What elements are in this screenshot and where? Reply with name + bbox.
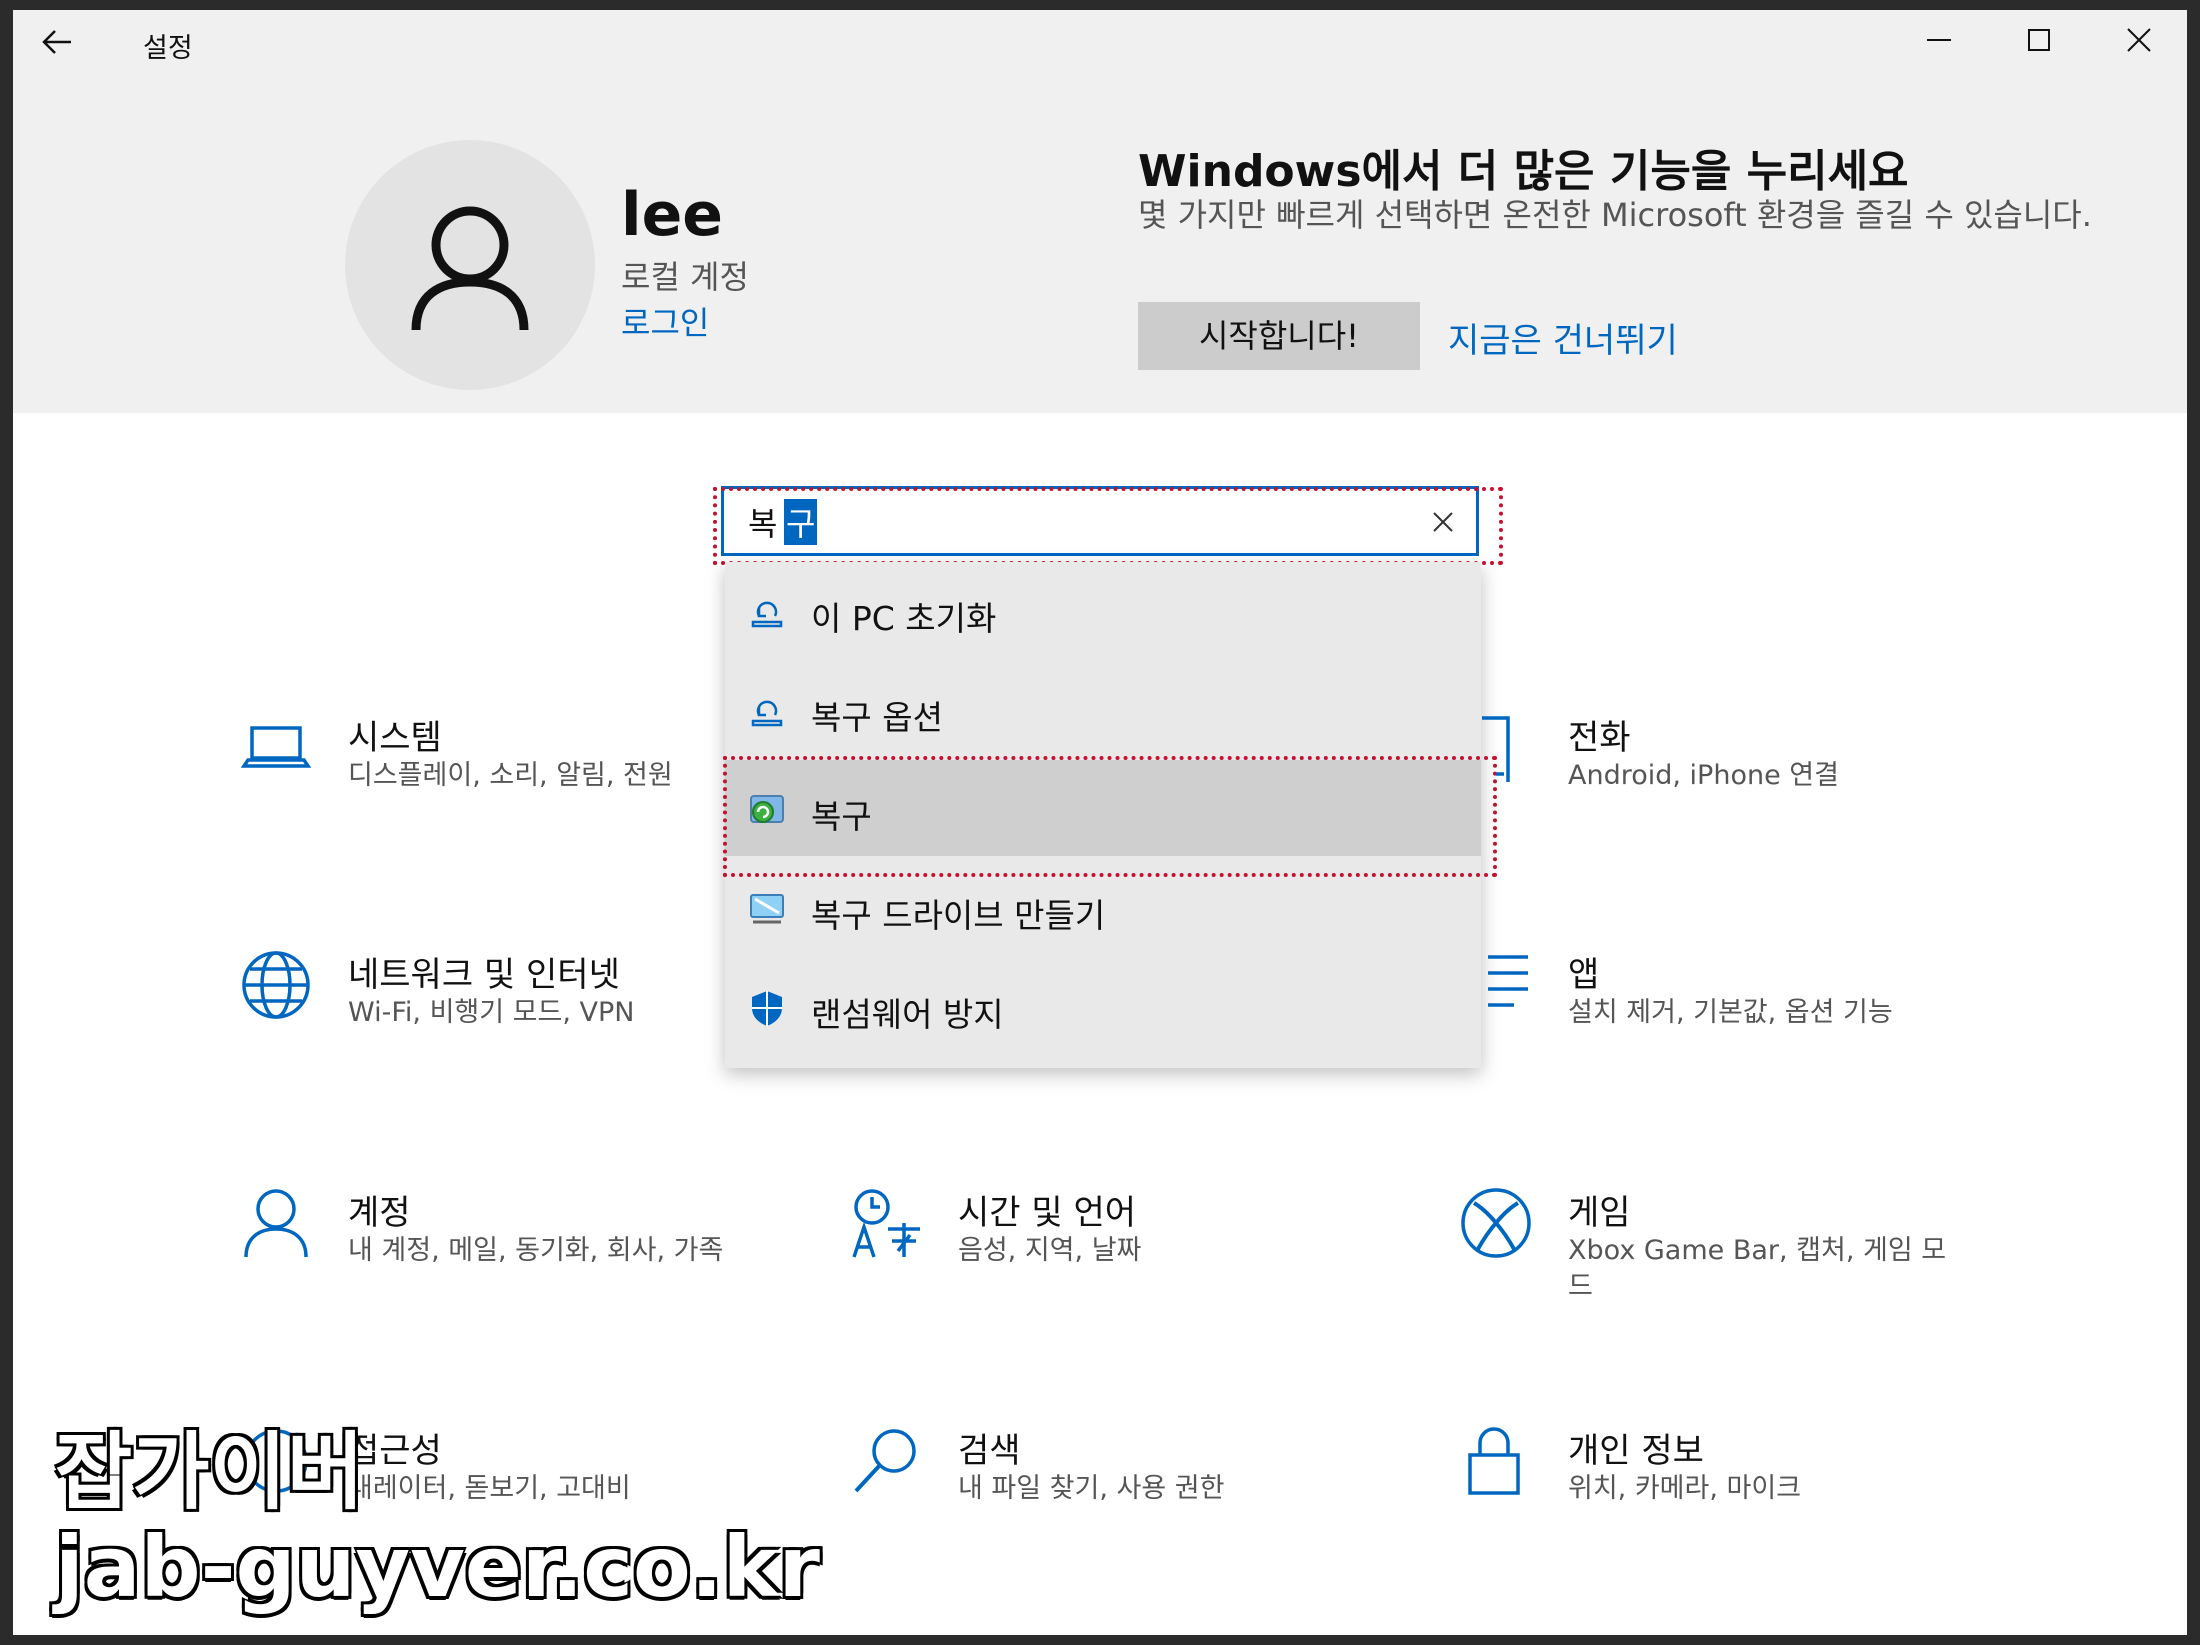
close-button[interactable] — [2093, 14, 2187, 66]
watermark: 잡가이버 jab-guyver.co.kr — [54, 1423, 820, 1616]
suggestion-ransomware-protection[interactable]: 랜섬웨어 방지 — [725, 958, 1481, 1054]
user-avatar-icon — [411, 206, 529, 331]
tile-title: 게임 — [1568, 1193, 1631, 1233]
maximize-button[interactable] — [1993, 14, 2089, 66]
clear-icon — [1433, 512, 1453, 532]
search-value-text: 복 — [748, 505, 778, 543]
back-arrow-icon — [42, 30, 71, 54]
tile-description: Android, iPhone 연결 — [1568, 760, 1839, 791]
tile-title: 네트워크 및 인터넷 — [348, 955, 620, 995]
suggestion-reset-pc[interactable]: 이 PC 초기화 — [725, 562, 1481, 658]
search-value-selected-text: 구 — [784, 499, 818, 545]
xbox-icon — [1461, 1188, 1531, 1258]
suggestion-label: 이 PC 초기화 — [811, 599, 997, 638]
suggestion-recovery[interactable]: 복구 — [725, 760, 1481, 856]
tile-title: 시스템 — [348, 718, 442, 758]
globe-icon — [242, 951, 310, 1019]
phone-icon — [1482, 716, 1510, 782]
back-button[interactable] — [37, 22, 89, 62]
tile-title: 앱 — [1568, 955, 1600, 995]
recovery-drive-icon — [750, 894, 784, 924]
maximize-icon — [2028, 29, 2050, 51]
person-icon — [244, 1189, 308, 1258]
laptop-icon — [240, 726, 312, 768]
tile-description: Wi-Fi, 비행기 모드, VPN — [348, 997, 635, 1028]
search-icon — [854, 1429, 916, 1493]
lock-icon — [1468, 1427, 1520, 1495]
tile-title: 시간 및 언어 — [958, 1193, 1137, 1233]
settings-window: 설정 lee 로컬 계정 로그인 Windows에서 더 많은 기능을 누리세요… — [13, 10, 2187, 1635]
reset-pc-icon — [751, 601, 783, 628]
tile-phone[interactable]: 전화 Android, iPhone 연결 — [1458, 710, 2018, 870]
apps-list-icon — [1488, 955, 1528, 1007]
tile-description: 디스플레이, 소리, 알림, 전원 — [348, 760, 673, 791]
tile-description: 음성, 지역, 날짜 — [958, 1235, 1142, 1266]
account-type: 로컬 계정 — [621, 258, 749, 296]
tile-privacy[interactable]: 개인 정보 위치, 카메라, 마이크 — [1458, 1423, 2018, 1583]
watermark-url: jab-guyver.co.kr — [55, 1518, 820, 1616]
tile-accounts[interactable]: 계정 내 계정, 메일, 동기화, 회사, 가족 — [238, 1185, 798, 1345]
tile-network[interactable]: 네트워크 및 인터넷 Wi-Fi, 비행기 모드, VPN — [238, 947, 798, 1107]
suggestion-label: 복구 드라이브 만들기 — [811, 896, 1106, 935]
search-suggestions-list: 이 PC 초기화 복구 옵션 복구 복구 드라이브 만들기 랜섬웨어 방지 — [725, 562, 1481, 1068]
tile-title: 개인 정보 — [1568, 1431, 1704, 1471]
time-language-icon — [852, 1189, 920, 1258]
watermark-title: 잡가이버 — [54, 1423, 366, 1521]
suggestion-recovery-options[interactable]: 복구 옵션 — [725, 661, 1481, 757]
suggestion-recovery-drive[interactable]: 복구 드라이브 만들기 — [725, 859, 1481, 955]
suggestion-label: 복구 — [811, 797, 872, 836]
tile-system[interactable]: 시스템 디스플레이, 소리, 알림, 전원 — [238, 710, 798, 870]
suggestion-label: 랜섬웨어 방지 — [811, 995, 1004, 1034]
tile-title: 전화 — [1568, 718, 1631, 758]
account-header: lee 로컬 계정 로그인 Windows에서 더 많은 기능을 누리세요 몇 … — [13, 70, 2187, 413]
tile-title: 계정 — [348, 1193, 411, 1233]
tile-description: 설치 제거, 기본값, 옵션 기능 — [1568, 997, 1893, 1028]
tile-description: 위치, 카메라, 마이크 — [1568, 1473, 1802, 1504]
promo-title: Windows에서 더 많은 기능을 누리세요 — [1138, 146, 1909, 197]
signin-link[interactable]: 로그인 — [621, 298, 709, 344]
title-bar: 설정 — [13, 10, 2187, 70]
minimize-button[interactable] — [1893, 14, 1989, 66]
start-button[interactable]: 시작합니다! — [1138, 302, 1420, 370]
tile-description: 내 계정, 메일, 동기화, 회사, 가족 — [348, 1235, 724, 1266]
tile-title: 검색 — [958, 1431, 1021, 1471]
clear-search-button[interactable] — [1428, 507, 1458, 537]
tile-gaming[interactable]: 게임 Xbox Game Bar, 캡처, 게임 모드 — [1458, 1185, 2018, 1345]
avatar — [345, 140, 595, 390]
tile-description: 내 파일 찾기, 사용 권한 — [958, 1473, 1225, 1504]
promo-description: 몇 가지만 빠르게 선택하면 온전한 Microsoft 환경을 즐길 수 있습… — [1138, 196, 2092, 234]
skip-link[interactable]: 지금은 건너뛰기 — [1448, 313, 1678, 362]
tile-apps[interactable]: 앱 설치 제거, 기본값, 옵션 기능 — [1458, 947, 2018, 1107]
user-name: lee — [621, 180, 723, 250]
settings-search-input[interactable]: 복 구 — [721, 486, 1479, 556]
tile-search[interactable]: 검색 내 파일 찾기, 사용 권한 — [848, 1423, 1408, 1583]
window-title: 설정 — [143, 33, 193, 64]
close-icon — [2127, 28, 2151, 52]
suggestion-label: 복구 옵션 — [811, 698, 943, 737]
tile-time-language[interactable]: 시간 및 언어 음성, 지역, 날짜 — [848, 1185, 1408, 1345]
tile-description: Xbox Game Bar, 캡처, 게임 모드 — [1568, 1235, 1947, 1302]
minimize-icon — [1927, 39, 1951, 41]
